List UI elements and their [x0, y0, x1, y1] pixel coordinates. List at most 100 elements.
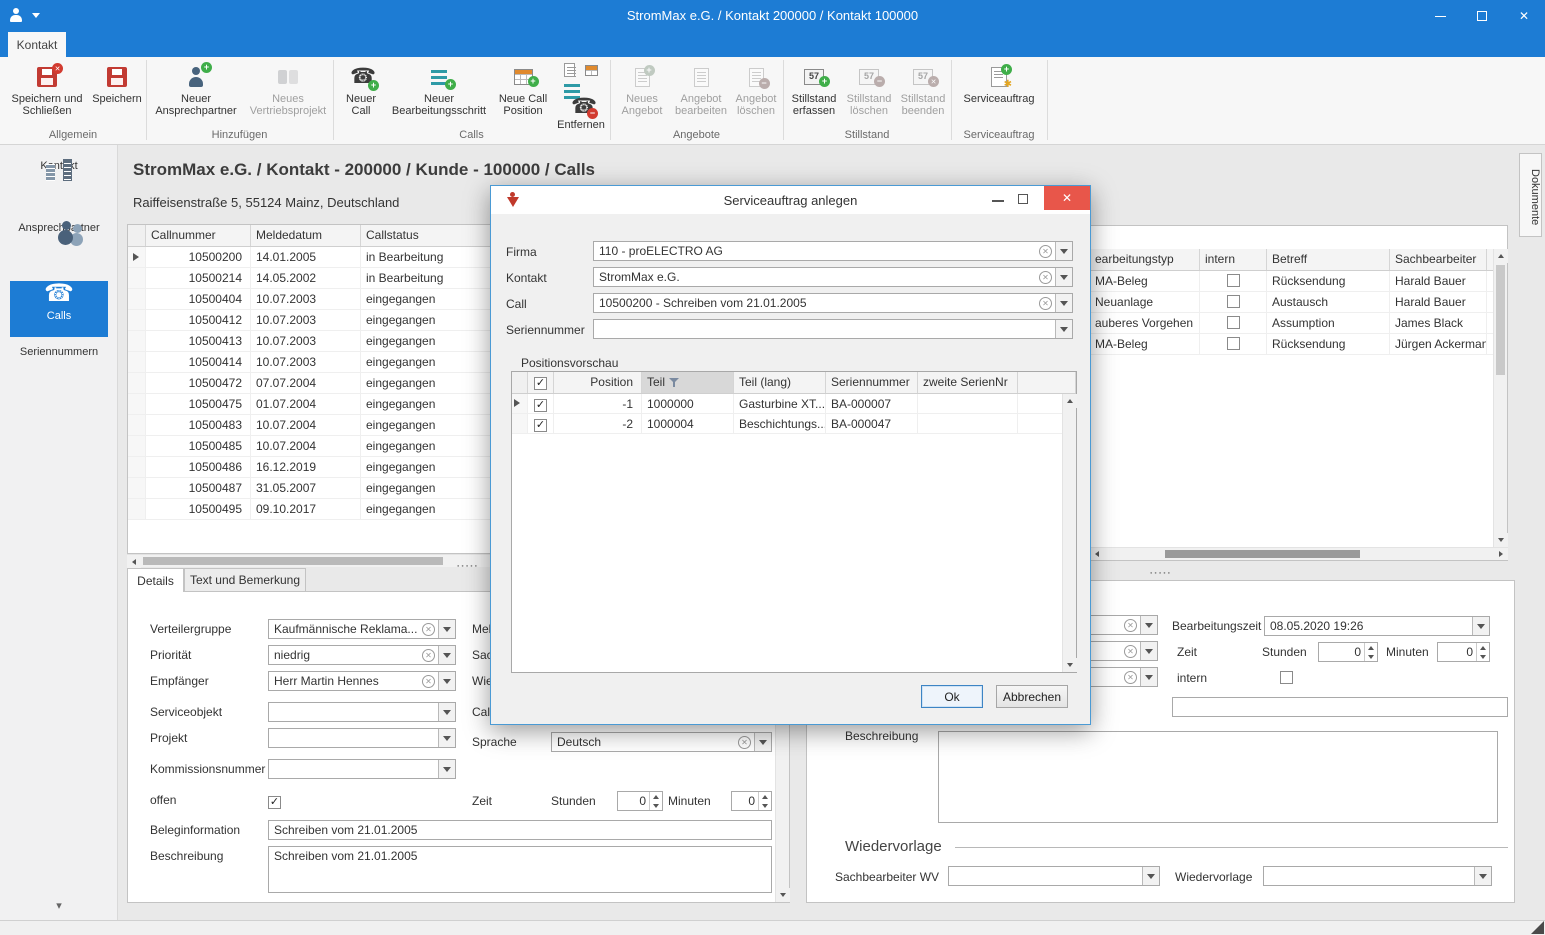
step-up-button[interactable]	[759, 792, 771, 801]
downtime-create-button[interactable]: Stillstand erfassen	[787, 60, 841, 126]
tab-details[interactable]: Details	[127, 568, 184, 592]
table-row[interactable]: MA-Beleg Rücksendung Jürgen Ackerman	[1090, 334, 1507, 355]
sidebar-item-ansprechpartner[interactable]: Ansprechpartner	[10, 219, 108, 275]
step-down-button[interactable]	[1477, 652, 1489, 661]
mini-button-2[interactable]	[582, 62, 600, 78]
chevron-down-icon[interactable]	[754, 733, 771, 751]
header-position[interactable]: Position	[554, 372, 642, 393]
intern-checkbox[interactable]	[1227, 316, 1240, 329]
scroll-up-button[interactable]	[1063, 394, 1077, 408]
stunden-stepper[interactable]: 0	[617, 791, 663, 811]
chevron-down-icon[interactable]	[1472, 617, 1489, 635]
chevron-down-icon[interactable]	[1140, 616, 1157, 634]
beleginformation-input[interactable]: Schreiben vom 21.01.2005	[268, 820, 772, 840]
new-call-position-button[interactable]: Neue Call Position	[493, 60, 553, 126]
header-seriennummer[interactable]: Seriennummer	[826, 372, 918, 393]
clear-icon[interactable]	[1039, 271, 1052, 284]
chevron-down-icon[interactable]	[438, 646, 455, 664]
chevron-down-icon[interactable]	[1474, 867, 1491, 885]
header-callnummer[interactable]: Callnummer	[146, 225, 251, 246]
seriennummer-combo[interactable]	[593, 319, 1073, 339]
chevron-down-icon[interactable]	[438, 703, 455, 721]
clear-icon[interactable]	[422, 675, 435, 688]
new-contact-person-button[interactable]: Neuer Ansprechpartner	[150, 60, 242, 126]
chevron-down-icon[interactable]	[1142, 867, 1159, 885]
intern-checkbox[interactable]	[1227, 295, 1240, 308]
chevron-down-icon[interactable]	[438, 672, 455, 690]
intern-checkbox[interactable]	[1280, 671, 1293, 684]
scroll-right-button[interactable]	[1494, 548, 1508, 560]
clear-icon[interactable]	[422, 623, 435, 636]
row-checkbox[interactable]	[534, 399, 547, 412]
tab-kontakt[interactable]: Kontakt	[8, 32, 66, 57]
kommissionsnummer-combo[interactable]	[268, 759, 456, 779]
resize-grip[interactable]	[1531, 921, 1544, 934]
wiedervorlage-combo[interactable]	[1263, 866, 1492, 886]
projekt-combo[interactable]	[268, 728, 456, 748]
minimize-button[interactable]	[1419, 0, 1461, 32]
header-bearbeitungstyp[interactable]: earbeitungstyp	[1090, 249, 1200, 270]
header-sachbearbeiter[interactable]: Sachbearbeiter	[1390, 249, 1487, 270]
step-up-button[interactable]	[650, 792, 662, 801]
dialog-close-button[interactable]	[1044, 186, 1090, 210]
new-call-button[interactable]: Neuer Call	[337, 60, 385, 126]
chevron-down-icon[interactable]	[1055, 242, 1072, 260]
scroll-down-button[interactable]	[1494, 533, 1508, 547]
clear-icon[interactable]	[1039, 297, 1052, 310]
edit-offer-button[interactable]: Angebot bearbeiten	[672, 60, 730, 126]
scroll-left-button[interactable]	[1090, 548, 1104, 560]
header-meldedatum[interactable]: Meldedatum	[251, 225, 361, 246]
prioritaet-combo[interactable]: niedrig	[268, 645, 456, 665]
firma-combo[interactable]: 110 - proELECTRO AG	[593, 241, 1073, 261]
header-zweite-seriennr[interactable]: zweite SerienNr	[918, 372, 1018, 393]
splitter-handle[interactable]	[1150, 566, 1172, 576]
chevron-down-icon[interactable]	[438, 760, 455, 778]
tab-dokumente[interactable]: Dokumente	[1519, 153, 1542, 237]
ok-button[interactable]: Ok	[921, 685, 983, 708]
sachbearbeiter-wv-combo[interactable]	[948, 866, 1160, 886]
table-row[interactable]: -2 1000004 Beschichtungs... BA-000047	[512, 414, 1076, 434]
step-beschreibung-textarea[interactable]	[938, 731, 1498, 823]
close-button[interactable]	[1503, 0, 1545, 32]
downtime-end-button[interactable]: Stillstand beenden	[897, 60, 949, 126]
header-teil[interactable]: Teil	[642, 372, 734, 393]
scrollbar-thumb[interactable]	[143, 557, 443, 565]
chevron-down-icon[interactable]	[1055, 268, 1072, 286]
mini-button-1[interactable]	[560, 62, 578, 78]
clear-icon[interactable]	[1039, 245, 1052, 258]
call-combo[interactable]: 10500200 - Schreiben vom 21.01.2005	[593, 293, 1073, 313]
new-sales-project-button[interactable]: Neues Vertriebsprojekt	[245, 60, 331, 126]
chevron-down-icon[interactable]	[1140, 642, 1157, 660]
table-row[interactable]: -1 1000000 Gasturbine XT... BA-000007	[512, 394, 1076, 414]
scroll-up-button[interactable]	[1494, 249, 1508, 263]
step-up-button[interactable]	[1477, 643, 1489, 652]
new-offer-button[interactable]: Neues Angebot	[614, 60, 670, 126]
intern-checkbox[interactable]	[1227, 337, 1240, 350]
intern-checkbox[interactable]	[1227, 274, 1240, 287]
dialog-maximize-button[interactable]	[1018, 194, 1028, 204]
dialog-titlebar[interactable]: Serviceauftrag anlegen	[491, 186, 1090, 214]
tab-text-und-bemerkung[interactable]: Text und Bemerkung	[184, 568, 306, 592]
clear-icon[interactable]	[1124, 619, 1137, 632]
sidebar-item-kontakt[interactable]: Kontakt	[10, 157, 108, 213]
table-row[interactable]: Neuanlage Austausch Harald Bauer	[1090, 292, 1507, 313]
clear-icon[interactable]	[422, 649, 435, 662]
serviceobjekt-combo[interactable]	[268, 702, 456, 722]
chevron-down-icon[interactable]	[438, 620, 455, 638]
mini-button-3[interactable]	[560, 80, 578, 96]
header-callstatus[interactable]: Callstatus	[361, 225, 491, 246]
step-up-button[interactable]	[1365, 643, 1377, 652]
sidebar-collapse-chevron[interactable]	[0, 899, 118, 912]
minuten-stepper[interactable]: 0	[731, 791, 772, 811]
clear-icon[interactable]	[738, 736, 751, 749]
select-all-checkbox[interactable]	[534, 377, 547, 390]
scrollbar-thumb[interactable]	[1165, 550, 1360, 558]
step-down-button[interactable]	[650, 801, 662, 810]
chevron-down-icon[interactable]	[438, 729, 455, 747]
kontakt-combo[interactable]: StromMax e.G.	[593, 267, 1073, 287]
step-down-button[interactable]	[1365, 652, 1377, 661]
downtime-delete-button[interactable]: Stillstand löschen	[843, 60, 895, 126]
row-checkbox[interactable]	[534, 419, 547, 432]
sprache-combo[interactable]: Deutsch	[551, 732, 772, 752]
header-betreff[interactable]: Betreff	[1267, 249, 1390, 270]
